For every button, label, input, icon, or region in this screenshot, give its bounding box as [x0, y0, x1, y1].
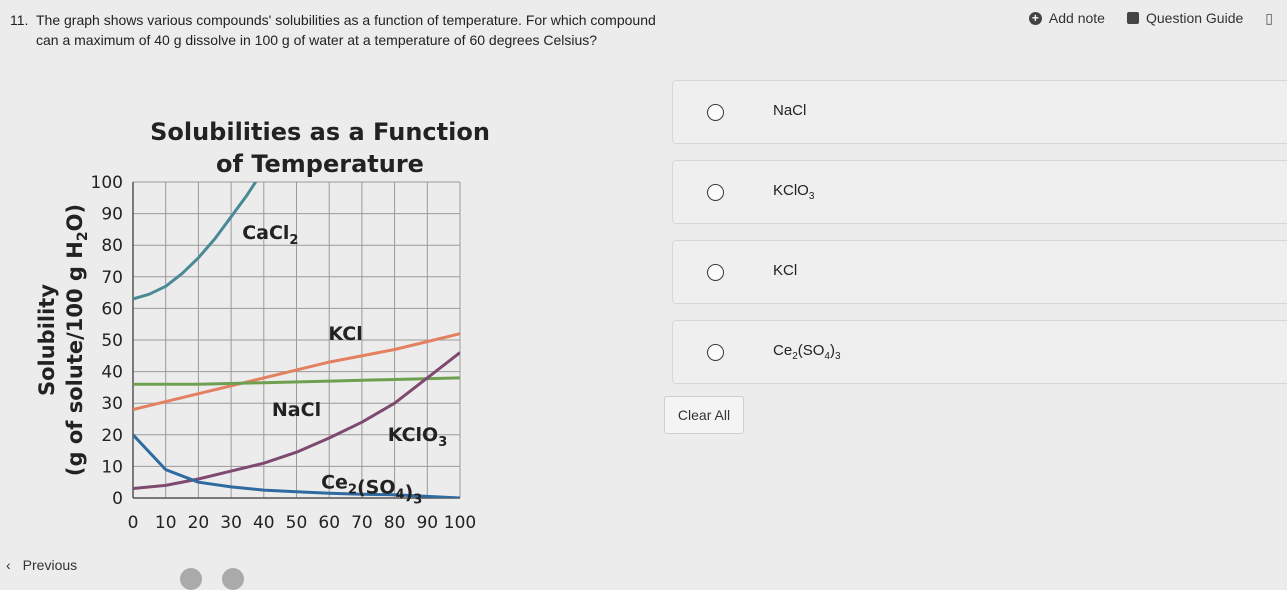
- y-tick-label: 100: [91, 173, 123, 193]
- y-tick-label: 80: [101, 236, 123, 256]
- top-toolbar: + Add note Question Guide ▯: [1028, 4, 1287, 32]
- chart-title-line1: Solubilities as a Function: [150, 118, 490, 146]
- series-label: NaCl: [272, 399, 321, 421]
- solubility-chart: 0 10 20 30 40 50 60 70 80 90 100 0 10 20 30 40 50 60 70 80 9…: [30, 100, 500, 575]
- series-label: CaCl2: [242, 222, 298, 248]
- question-block: 11. The graph shows various compounds' s…: [10, 10, 656, 50]
- y-tick-label: 90: [101, 205, 123, 225]
- x-tick-label: 60: [318, 513, 340, 533]
- y-tick-label: 40: [101, 363, 123, 383]
- x-tick-label: 40: [253, 513, 275, 533]
- option-label: KClO3: [773, 182, 815, 202]
- radio-icon[interactable]: [707, 264, 724, 281]
- option-kcl[interactable]: KCl: [672, 240, 1287, 304]
- answer-options: NaCl KClO3 KCl Ce2(SO4)3: [672, 80, 1287, 400]
- guide-icon: [1126, 12, 1139, 24]
- y-tick-label: 20: [101, 426, 123, 446]
- y-tick-label: 10: [101, 457, 123, 477]
- option-label: Ce2(SO4)3: [773, 342, 841, 362]
- option-nacl[interactable]: NaCl: [672, 80, 1287, 144]
- overflow-icon[interactable]: ▯: [1265, 10, 1273, 27]
- x-tick-label: 30: [220, 513, 242, 533]
- radio-icon[interactable]: [707, 104, 724, 121]
- series-label: Ce2(SO4)3: [321, 472, 422, 508]
- y-tick-label: 30: [101, 394, 123, 414]
- previous-label: Previous: [22, 557, 78, 573]
- y-axis-label-line2: (g of solute/100 g H2O): [63, 204, 91, 476]
- y-axis-label-line1: Solubility: [35, 284, 59, 396]
- add-note-label: Add note: [1048, 10, 1105, 26]
- question-text: The graph shows various compounds' solub…: [36, 12, 656, 48]
- x-tick-label: 100: [444, 513, 476, 533]
- option-kclo3[interactable]: KClO3: [672, 160, 1287, 224]
- x-tick-label: 0: [128, 513, 139, 533]
- option-label: NaCl: [773, 102, 807, 119]
- x-tick-label: 20: [188, 513, 210, 533]
- question-guide-button[interactable]: Question Guide: [1126, 10, 1244, 26]
- chart-title-line2: of Temperature: [216, 150, 424, 178]
- y-tick-label: 60: [101, 299, 123, 319]
- y-tick-label: 0: [112, 489, 123, 509]
- radio-icon[interactable]: [707, 344, 724, 361]
- option-ce2so43[interactable]: Ce2(SO4)3: [672, 320, 1287, 384]
- y-tick-label: 50: [101, 331, 123, 351]
- series-label: KClO3: [388, 424, 448, 450]
- x-tick-label: 90: [416, 513, 438, 533]
- chevron-left-icon: ‹: [6, 557, 11, 573]
- series-label: KCl: [328, 323, 362, 345]
- question-number: 11.: [10, 12, 29, 28]
- nav-dot-icon[interactable]: [222, 568, 244, 590]
- add-note-button[interactable]: + Add note: [1028, 10, 1105, 26]
- bottom-nav-icons: [180, 568, 244, 590]
- previous-button[interactable]: ‹ Previous: [6, 557, 77, 573]
- chart-svg: 0 10 20 30 40 50 60 70 80 90 100 0 10 20 30 40 50 60 70 80 9…: [35, 118, 490, 533]
- x-tick-label: 80: [384, 513, 406, 533]
- x-tick-label: 10: [155, 513, 177, 533]
- plus-circle-icon: +: [1028, 11, 1042, 25]
- option-label: KCl: [773, 262, 798, 279]
- x-tick-label: 70: [351, 513, 373, 533]
- y-tick-label: 70: [101, 268, 123, 288]
- nav-dot-icon[interactable]: [180, 568, 202, 590]
- x-tick-label: 50: [286, 513, 308, 533]
- clear-all-button[interactable]: Clear All: [664, 396, 744, 434]
- radio-icon[interactable]: [707, 184, 724, 201]
- question-guide-label: Question Guide: [1145, 10, 1244, 26]
